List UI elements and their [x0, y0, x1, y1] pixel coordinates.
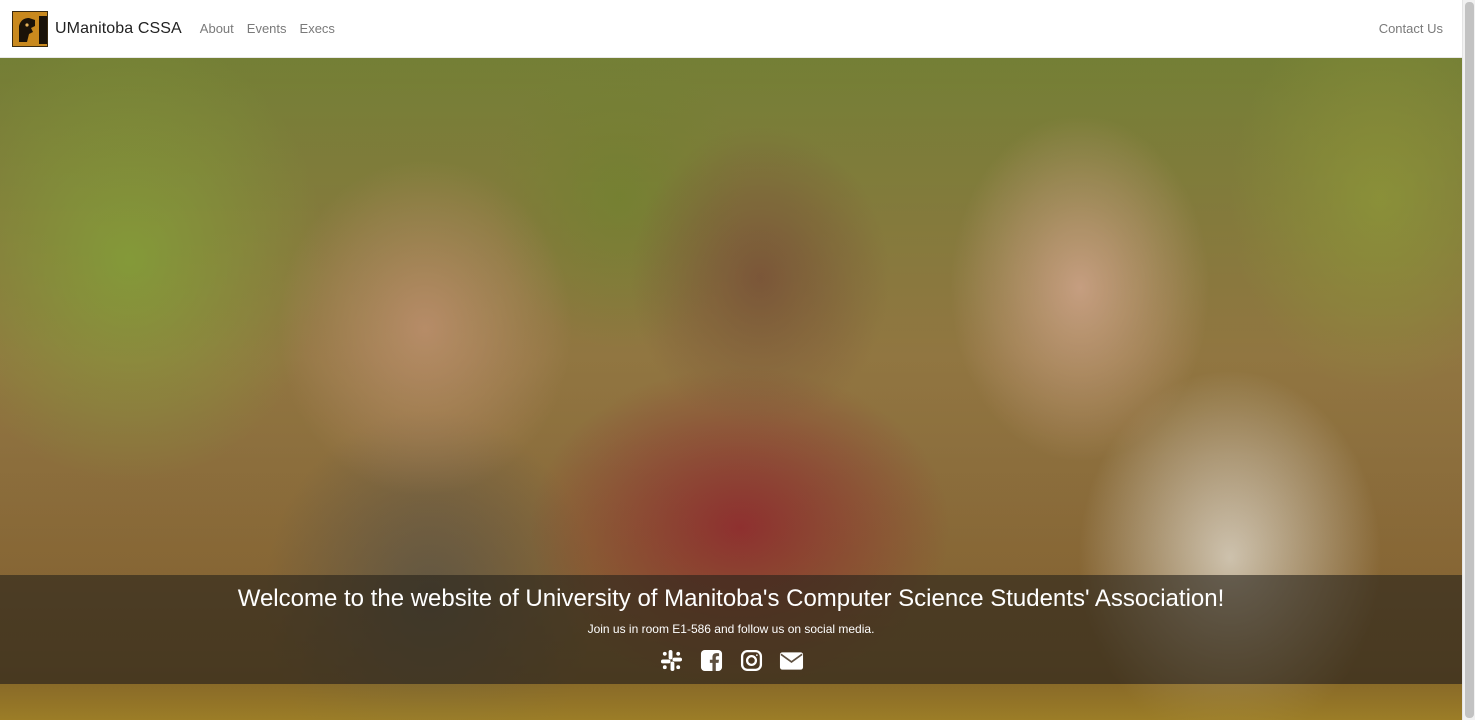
- nav-link-execs[interactable]: Execs: [300, 21, 335, 36]
- hero-bottom-band: [0, 684, 1462, 720]
- scrollbar[interactable]: [1462, 0, 1475, 720]
- navbar: UManitoba CSSA About Events Execs Contac…: [0, 0, 1462, 58]
- nav-link-about[interactable]: About: [200, 21, 234, 36]
- nav-link-contact[interactable]: Contact Us: [1379, 21, 1443, 36]
- cssa-logo: [12, 10, 48, 47]
- envelope-icon[interactable]: [779, 648, 804, 673]
- facebook-icon[interactable]: [699, 648, 724, 673]
- hero-section: Welcome to the website of University of …: [0, 58, 1462, 720]
- slack-icon[interactable]: [659, 648, 684, 673]
- hero-subtitle: Join us in room E1-586 and follow us on …: [587, 622, 875, 636]
- brand-link[interactable]: UManitoba CSSA: [12, 10, 182, 47]
- social-links: [0, 648, 1462, 673]
- brand-name: UManitoba CSSA: [55, 19, 182, 37]
- nav-link-events[interactable]: Events: [247, 21, 287, 36]
- hero-title: Welcome to the website of University of …: [237, 585, 1225, 612]
- nav-links: About Events Execs: [200, 21, 348, 36]
- scrollbar-thumb[interactable]: [1465, 2, 1474, 718]
- hero-caption: Welcome to the website of University of …: [0, 575, 1462, 684]
- instagram-icon[interactable]: [739, 648, 764, 673]
